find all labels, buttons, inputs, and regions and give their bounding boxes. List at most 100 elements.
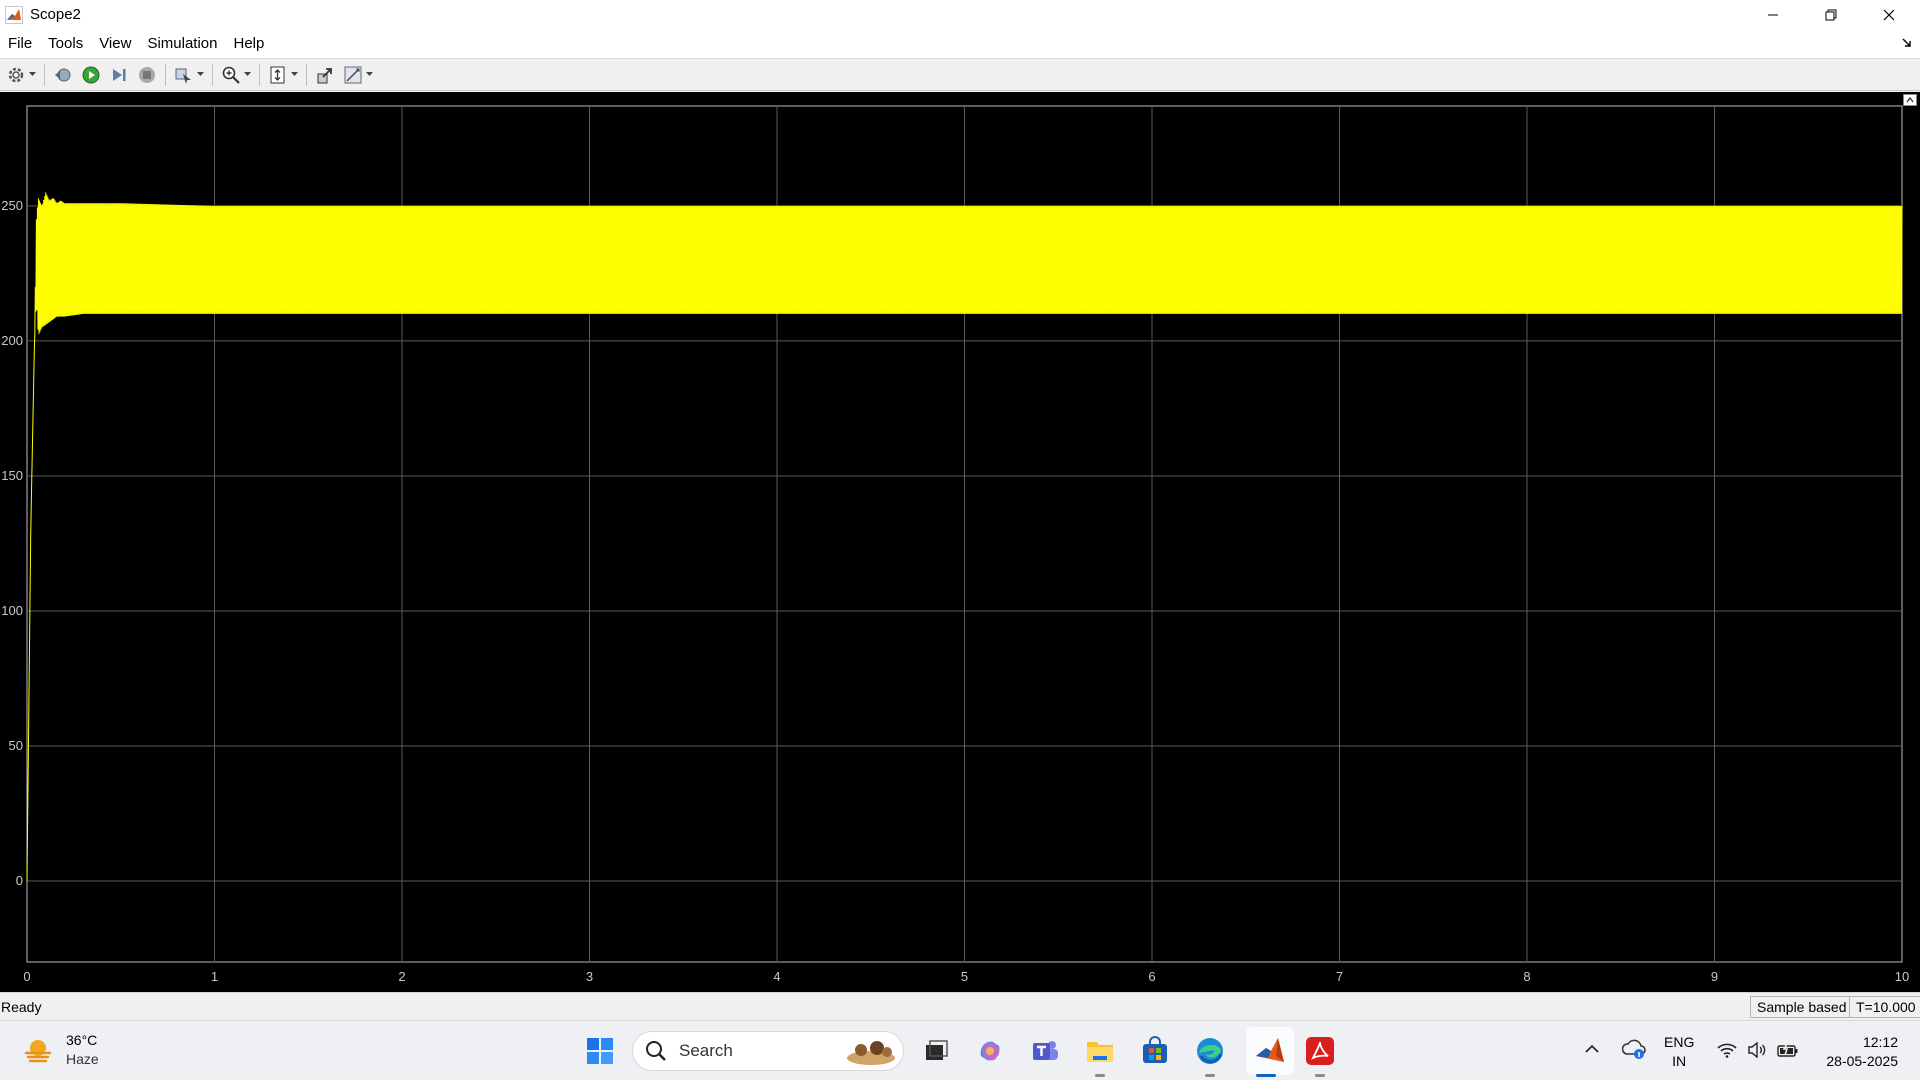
weather-temperature: 36°C [66, 1032, 98, 1048]
taskbar-search[interactable]: Search [632, 1031, 904, 1071]
app-running-indicator [1095, 1074, 1105, 1077]
battery-charging-icon [1777, 1042, 1798, 1057]
file-explorer-button[interactable] [1082, 1033, 1118, 1069]
toolbar [0, 59, 1920, 91]
menu-file[interactable]: File [0, 29, 40, 59]
undock-icon[interactable] [1903, 94, 1917, 106]
stop-icon [139, 66, 155, 83]
show-hidden-icons-button[interactable] [1582, 1039, 1602, 1059]
clock-time: 12:12 [1862, 1034, 1898, 1050]
style-dropdown[interactable] [365, 63, 373, 87]
run-button[interactable] [79, 63, 103, 87]
store-button[interactable] [1137, 1033, 1173, 1069]
simulation-time-indicator: T=10.000 [1849, 996, 1920, 1018]
x-tick-label: 6 [1148, 969, 1155, 984]
volume-button[interactable] [1746, 1039, 1768, 1061]
title-bar: Scope2 [0, 0, 1920, 29]
clock[interactable]: 12:12 28-05-2025 [1818, 1033, 1898, 1071]
menu-view[interactable]: View [91, 29, 139, 59]
minimize-button[interactable] [1744, 0, 1802, 29]
acrobat-button[interactable] [1302, 1033, 1338, 1069]
x-tick-label: 5 [961, 969, 968, 984]
restore-layout-button[interactable] [313, 63, 337, 87]
app-running-indicator [1205, 1074, 1215, 1077]
x-tick-label: 1 [211, 969, 218, 984]
file-explorer-icon [1087, 1042, 1113, 1062]
stop-button[interactable] [135, 63, 159, 87]
search-placeholder: Search [679, 1041, 733, 1060]
settings-button[interactable] [4, 63, 28, 87]
toolbar-separator [212, 63, 213, 86]
settings-dropdown[interactable] [28, 63, 36, 87]
x-tick-label: 3 [586, 969, 593, 984]
store-icon [1143, 1036, 1167, 1063]
x-tick-label: 9 [1711, 969, 1718, 984]
chevron-down-icon [365, 72, 373, 76]
task-view-button[interactable] [918, 1033, 954, 1069]
y-tick-label: 150 [1, 468, 23, 483]
scale-dropdown[interactable] [290, 63, 298, 87]
menu-simulation[interactable]: Simulation [139, 29, 225, 59]
language-indicator[interactable]: ENG IN [1664, 1033, 1694, 1071]
highlight-dropdown[interactable] [196, 63, 204, 87]
start-button[interactable] [582, 1033, 618, 1069]
taskbar: 36°C Haze Search ENG IN 12:12 28-05-2025 [0, 1020, 1920, 1080]
restore-button[interactable] [1802, 0, 1860, 29]
app-running-indicator [1315, 1074, 1325, 1077]
scope-plot[interactable]: 0 1 2 3 4 5 6 7 8 9 10050100150200250 [0, 92, 1920, 992]
step-back-icon [55, 68, 71, 81]
chevron-down-icon [243, 72, 251, 76]
y-tick-label: 100 [1, 603, 23, 618]
zoom-icon [222, 66, 240, 84]
collapse-menu-icon[interactable] [1900, 35, 1914, 49]
battery-button[interactable] [1776, 1039, 1800, 1061]
x-tick-label: 8 [1523, 969, 1530, 984]
toolbar-separator [44, 63, 45, 86]
network-security-button[interactable] [1622, 1037, 1646, 1061]
copilot-icon [980, 1041, 1000, 1061]
wifi-button[interactable] [1716, 1039, 1738, 1061]
toolbar-separator [165, 63, 166, 86]
toolbar-separator [306, 63, 307, 86]
y-tick-label: 0 [16, 873, 23, 888]
highlight-button[interactable] [172, 63, 196, 87]
run-icon [82, 66, 100, 83]
chevron-down-icon [28, 72, 36, 76]
zoom-dropdown[interactable] [243, 63, 251, 87]
minimize-icon [1768, 14, 1778, 15]
restore-layout-icon [317, 67, 332, 83]
status-bar: Ready Sample based T=10.000 [0, 992, 1920, 1020]
scale-axes-button[interactable] [266, 63, 290, 87]
close-button[interactable] [1860, 0, 1918, 29]
settings-icon [8, 67, 24, 82]
weather-description: Haze [66, 1051, 99, 1067]
region-code: IN [1672, 1053, 1687, 1069]
scale-icon [270, 66, 285, 83]
weather-haze-icon [24, 1040, 52, 1063]
sample-mode-indicator: Sample based [1750, 996, 1854, 1018]
x-tick-label: 2 [398, 969, 405, 984]
menu-tools[interactable]: Tools [40, 29, 91, 59]
task-view-icon [926, 1040, 948, 1060]
zoom-button[interactable] [219, 63, 243, 87]
close-icon [1883, 9, 1895, 20]
style-button[interactable] [341, 63, 365, 87]
step-forward-icon [113, 68, 126, 81]
scope-display[interactable]: 0 1 2 3 4 5 6 7 8 9 10 0 50 100 150 200 250 [0, 92, 1920, 992]
menu-help[interactable]: Help [226, 29, 273, 59]
weather-widget[interactable]: 36°C Haze [22, 1031, 99, 1069]
step-forward-button[interactable] [107, 63, 131, 87]
x-tick-label: 4 [773, 969, 780, 984]
step-back-button[interactable] [51, 63, 75, 87]
x-tick-label: 10 [1895, 969, 1909, 984]
style-icon [344, 66, 362, 83]
acrobat-icon [1306, 1037, 1334, 1065]
teams-button[interactable] [1027, 1033, 1063, 1069]
speaker-icon [1748, 1042, 1766, 1058]
matlab-taskbar-button[interactable] [1246, 1027, 1294, 1075]
teams-icon [1033, 1041, 1058, 1060]
copilot-button[interactable] [972, 1033, 1008, 1069]
y-tick-label: 50 [9, 738, 23, 753]
edge-button[interactable] [1192, 1033, 1228, 1069]
search-highlight-icon [847, 1041, 895, 1065]
